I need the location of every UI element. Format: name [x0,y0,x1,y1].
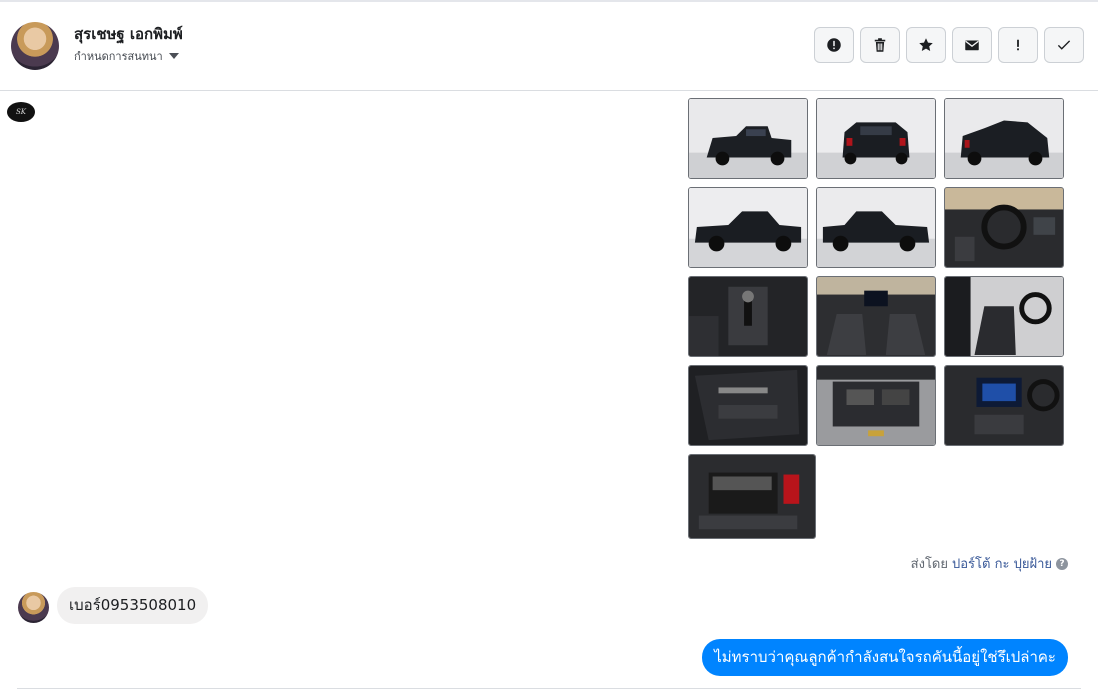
photo-interior-seats[interactable] [944,276,1064,357]
help-icon[interactable]: ? [1056,557,1068,570]
report-spam-button[interactable] [814,27,854,63]
page-logo: SK [7,102,35,122]
photo-interior-console[interactable] [816,276,936,357]
photo-door-panel[interactable] [688,365,808,446]
photo-car-side-right[interactable] [688,187,808,268]
trash-icon [874,38,886,52]
photo-car-rear[interactable] [816,98,936,179]
sent-by-prefix: ส่งโดย [910,557,948,572]
sender-avatar[interactable] [18,592,49,623]
contact-name[interactable]: สุรเชษฐ เอกพิมพ์ [74,22,183,46]
photo-interior-gearshift[interactable] [688,276,808,357]
alert-circle-icon [827,38,841,52]
sent-by-info: ส่งโดย ปอร์โต้ กะ ปุยฝ้าย ? [911,553,1068,574]
photo-infotainment[interactable] [944,365,1064,446]
check-icon [1057,40,1071,50]
photo-interior-dashboard[interactable] [944,187,1064,268]
photo-car-rear-three-quarter[interactable] [944,98,1064,179]
conversation-header: สุรเชษฐ เอกพิมพ์ กำหนดการสนทนา [0,2,1098,91]
mark-done-button[interactable] [1044,27,1084,63]
star-icon [919,38,933,51]
sent-by-name[interactable]: ปอร์โต้ กะ ปุยฝ้าย [952,553,1052,574]
mark-unread-button[interactable] [952,27,992,63]
photo-engine-bay[interactable] [816,365,936,446]
bottom-divider [17,688,1081,689]
outgoing-message: ไม่ทราบว่าคุณลูกค้ากำลังสนใจรถคันนี้อยู่… [702,639,1068,676]
photo-battery[interactable] [688,454,816,539]
photo-grid [688,98,1068,541]
delete-button[interactable] [860,27,900,63]
photo-car-side-left[interactable] [816,187,936,268]
caret-down-icon [168,53,179,59]
envelope-icon [965,40,979,51]
contact-avatar[interactable] [11,22,59,70]
schedule-label: กำหนดการสนทนา [74,50,163,63]
exclamation-icon [1017,39,1019,51]
incoming-message: เบอร์0953508010 [57,587,209,624]
mark-important-button[interactable] [998,27,1038,63]
star-button[interactable] [906,27,946,63]
action-toolbar [814,27,1084,63]
schedule-conversation-menu[interactable]: กำหนดการสนทนา [74,47,179,65]
photo-car-front-three-quarter[interactable] [688,98,808,179]
